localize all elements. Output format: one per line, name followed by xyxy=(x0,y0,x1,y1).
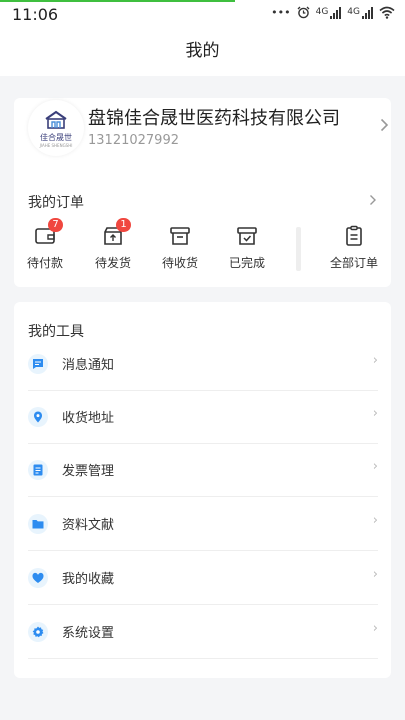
chevron-right-icon: › xyxy=(372,459,378,474)
archive-icon xyxy=(170,227,190,245)
tool-label: 消息通知 xyxy=(62,358,115,373)
tool-label: 我的收藏 xyxy=(62,572,115,587)
wifi-icon xyxy=(379,6,395,19)
pending-shipment-badge: 1 xyxy=(116,218,131,232)
tool-item-favorites[interactable]: 我的收藏 › xyxy=(28,552,378,605)
status-bar: 11:06 ••• 4G 4G xyxy=(0,0,405,30)
order-label: 待付款 xyxy=(26,256,63,270)
status-time: 11:06 xyxy=(12,5,59,24)
order-pending-payment[interactable]: 7 待付款 xyxy=(17,218,73,271)
location-pin-icon xyxy=(34,411,42,423)
alarm-icon xyxy=(297,6,310,19)
divider xyxy=(28,658,378,659)
divider xyxy=(28,496,378,497)
status-icons: ••• 4G 4G xyxy=(271,6,395,19)
tool-label: 资料文献 xyxy=(62,518,115,533)
chevron-right-icon: › xyxy=(372,567,378,582)
company-name: 盘锦佳合晟世医药科技有限公司 xyxy=(88,108,340,129)
chevron-right-icon: › xyxy=(372,513,378,528)
tool-label: 收货地址 xyxy=(62,411,115,426)
order-all[interactable]: 全部订单 xyxy=(326,225,382,271)
company-logo: 佳合晟世 JIAHE SHENGSHI xyxy=(28,100,84,156)
orders-divider xyxy=(296,227,301,271)
page-title: 我的 xyxy=(185,41,220,61)
more-dots-icon: ••• xyxy=(271,6,291,19)
pending-payment-badge: 7 xyxy=(48,218,63,232)
nav-bar: 我的 xyxy=(0,30,405,76)
chevron-right-icon: › xyxy=(372,353,378,368)
divider xyxy=(28,604,378,605)
orders-card: 我的订单 7 待付款 1 待发货 待收货 已完成 全部订单 xyxy=(14,175,391,287)
orders-section-title: 我的订单 xyxy=(28,195,84,211)
account-phone: 13121027992 xyxy=(88,133,179,148)
logo-subtext: JIAHE SHENGSHI xyxy=(39,143,73,148)
tools-card: 我的工具 消息通知 › 收货地址 › 发票管理 › 资料文献 › 我的收藏 › … xyxy=(14,302,391,678)
tool-item-settings[interactable]: 系统设置 › xyxy=(28,606,378,659)
message-icon xyxy=(33,359,43,369)
chevron-right-icon xyxy=(380,118,389,132)
loading-progress-bar xyxy=(0,0,235,2)
signal-icon-2: 4G xyxy=(347,6,373,19)
order-label: 待发货 xyxy=(94,256,131,270)
logo-mark-icon xyxy=(45,110,67,129)
order-label: 全部订单 xyxy=(329,256,378,270)
folder-icon xyxy=(32,520,44,529)
order-label: 待收货 xyxy=(161,256,198,270)
tool-label: 系统设置 xyxy=(62,626,115,641)
invoice-icon xyxy=(33,464,43,476)
heart-icon xyxy=(32,572,44,583)
gear-icon xyxy=(32,626,44,638)
tool-item-address[interactable]: 收货地址 › xyxy=(28,391,378,444)
archive-check-icon xyxy=(237,227,257,245)
clipboard-icon xyxy=(346,225,362,246)
divider xyxy=(28,550,378,551)
tool-item-messages[interactable]: 消息通知 › xyxy=(28,338,378,391)
order-pending-receipt[interactable]: 待收货 xyxy=(152,225,208,271)
signal-icon-1: 4G xyxy=(316,6,342,19)
tool-item-invoice[interactable]: 发票管理 › xyxy=(28,444,378,497)
chevron-right-icon: › xyxy=(372,621,378,636)
logo-text: 佳合晟世 xyxy=(40,133,72,142)
tool-item-documents[interactable]: 资料文献 › xyxy=(28,498,378,551)
order-label: 已完成 xyxy=(228,256,265,270)
orders-chevron-right-icon[interactable] xyxy=(369,194,377,206)
order-completed[interactable]: 已完成 xyxy=(219,225,275,271)
chevron-right-icon: › xyxy=(372,406,378,421)
tool-label: 发票管理 xyxy=(62,464,115,479)
order-pending-shipment[interactable]: 1 待发货 xyxy=(85,218,141,271)
